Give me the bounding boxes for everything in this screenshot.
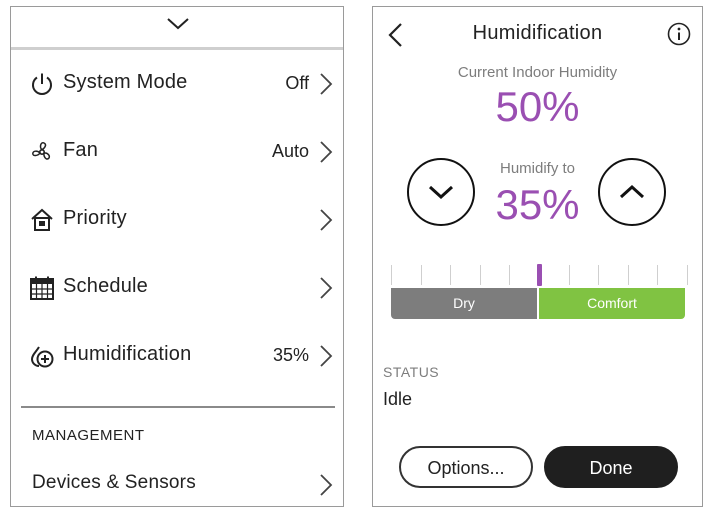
- menu-value: Auto: [271, 141, 309, 161]
- current-humidity-label: Current Indoor Humidity: [457, 64, 618, 81]
- scale-tick: [391, 265, 392, 285]
- chevron-right-icon: [320, 141, 333, 163]
- scale-tick: [598, 265, 599, 285]
- menu-value: 35%: [272, 345, 309, 365]
- current-humidity-value: 50%: [495, 83, 580, 130]
- menu-label: Schedule: [63, 275, 148, 297]
- scale-tick: [480, 265, 481, 285]
- menu-row-system-mode[interactable]: System Mode Off: [11, 54, 343, 114]
- menu-label: Humidification: [63, 343, 192, 365]
- collapse-bar[interactable]: [11, 7, 343, 47]
- menu-label: Devices & Sensors: [32, 472, 196, 493]
- increase-button[interactable]: [598, 158, 666, 226]
- page-title: Humidification: [472, 22, 603, 44]
- scale-tick: [628, 265, 629, 285]
- menu-value: Off: [285, 73, 309, 93]
- status-header: STATUS: [383, 364, 440, 380]
- menu-row-priority[interactable]: Priority: [11, 190, 343, 250]
- calendar-icon: [30, 276, 54, 300]
- chevron-right-icon: [320, 277, 333, 299]
- chevron-right-icon: [320, 345, 333, 367]
- chevron-right-icon: [320, 209, 333, 231]
- power-icon: [32, 73, 52, 95]
- dry-zone: Dry: [391, 288, 537, 319]
- menu-label: System Mode: [63, 71, 188, 93]
- priority-home-icon: [31, 208, 53, 231]
- thermostat-menu-panel: System Mode Off Fan Auto Priority Schedu…: [10, 6, 344, 507]
- section-divider: [21, 406, 335, 408]
- scale-tick: [450, 265, 451, 285]
- chevron-up-icon: [619, 184, 645, 199]
- scale-tick: [421, 265, 422, 285]
- info-icon[interactable]: [667, 22, 691, 46]
- humidity-marker: [537, 264, 542, 286]
- menu-label: Priority: [63, 207, 127, 229]
- humidity-drop-icon: [30, 346, 54, 368]
- menu-row-humidification[interactable]: Humidification 35%: [11, 326, 343, 386]
- menu-row-fan[interactable]: Fan Auto: [11, 122, 343, 182]
- scale-tick: [509, 265, 510, 285]
- scale-tick: [569, 265, 570, 285]
- management-header: MANAGEMENT: [32, 427, 145, 444]
- comfort-zone: Comfort: [539, 288, 685, 319]
- menu-row-schedule[interactable]: Schedule: [11, 258, 343, 318]
- chevron-right-icon: [320, 73, 333, 95]
- scale-tick: [687, 265, 688, 285]
- done-button[interactable]: Done: [544, 446, 678, 488]
- top-separator: [11, 47, 343, 50]
- scale-tick: [657, 265, 658, 285]
- status-value: Idle: [383, 389, 413, 409]
- chevron-right-icon: [320, 474, 333, 496]
- fan-icon: [32, 142, 51, 160]
- menu-label: Fan: [63, 139, 99, 161]
- menu-row-devices-sensors[interactable]: Devices & Sensors: [11, 455, 343, 506]
- chevron-down-icon[interactable]: [166, 17, 190, 31]
- options-button[interactable]: Options...: [399, 446, 533, 488]
- humidification-panel: Humidification Current Indoor Humidity 5…: [372, 6, 703, 507]
